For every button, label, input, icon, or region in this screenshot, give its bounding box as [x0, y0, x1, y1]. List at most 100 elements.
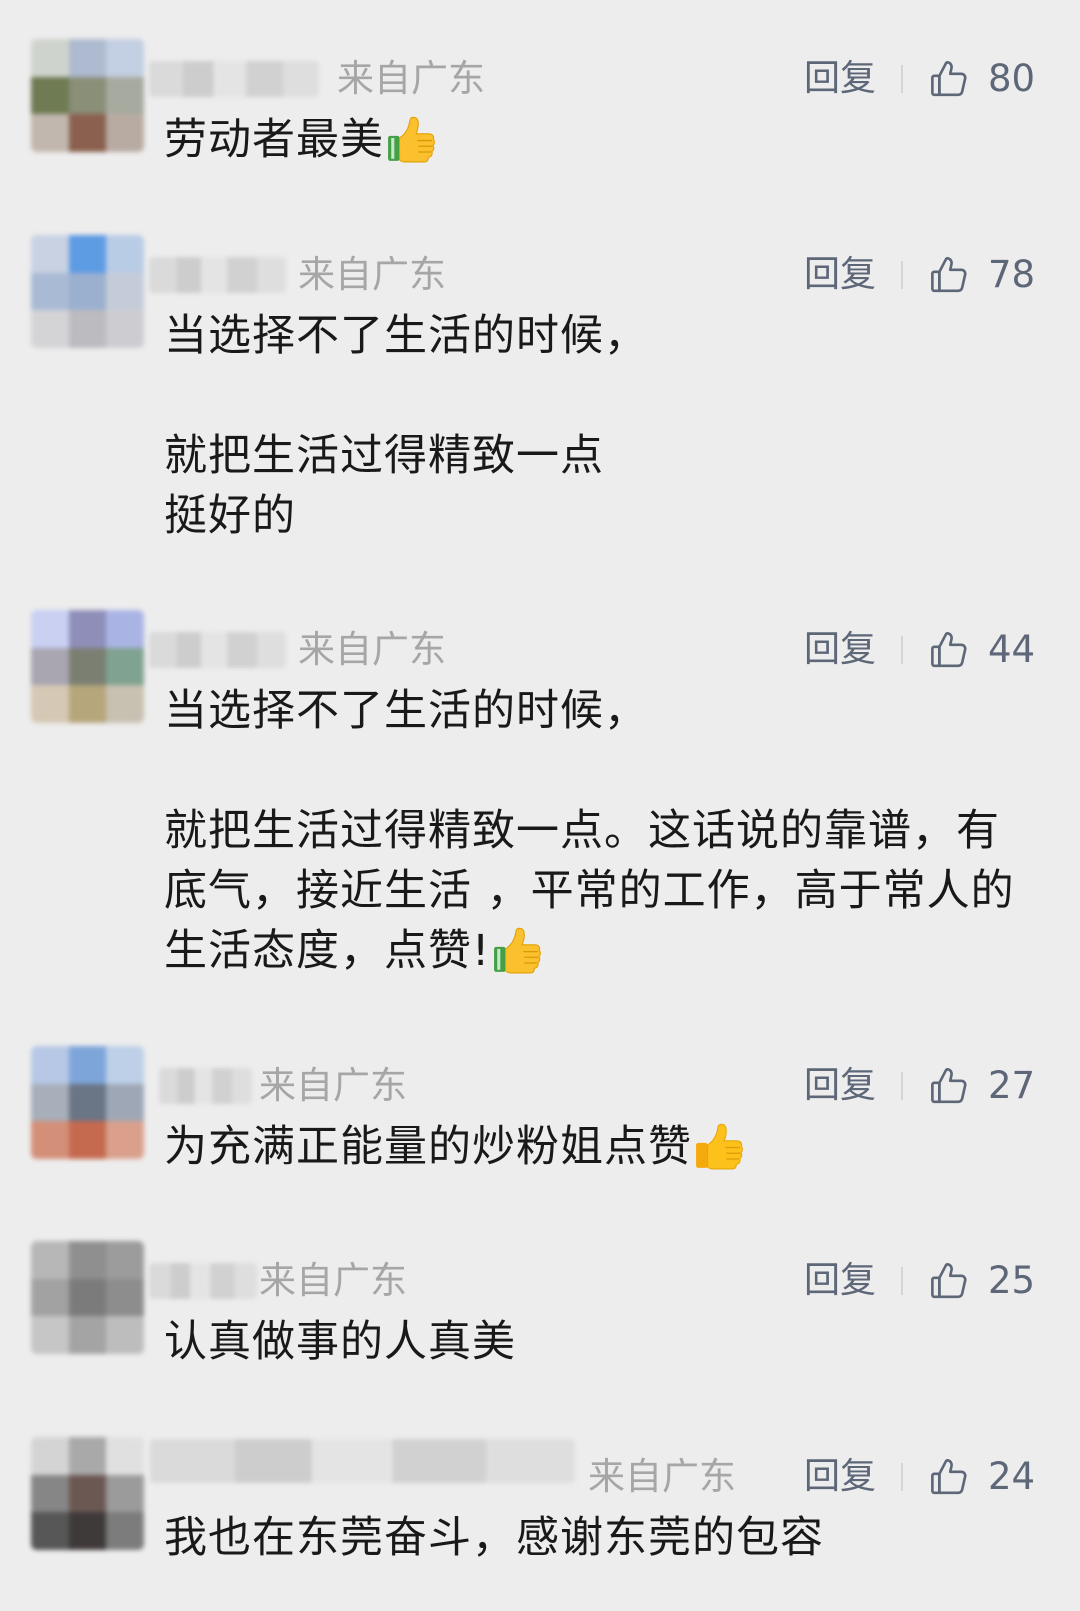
comment-line-text: 我也在东莞奋斗，感谢东莞的包容 [164, 1513, 824, 1563]
like-button[interactable]: 24 [928, 1455, 1048, 1499]
username-blurred[interactable] [149, 1263, 257, 1299]
comment-paragraph: 就把生活过得精致一点 挺好的 [164, 426, 648, 546]
username-blurred[interactable] [149, 632, 286, 668]
avatar-mosaic-cell [31, 114, 69, 152]
avatar-mosaic-cell [106, 1512, 144, 1550]
avatar-mosaic-cell [68, 235, 107, 273]
avatar-mosaic-cell [68, 1278, 107, 1317]
username-blurred[interactable] [149, 257, 286, 293]
avatar-mosaic-cell [106, 1241, 144, 1279]
comment-item: 来自广东 回复 24 我也在东莞奋斗，感谢东莞的包容 [0, 1437, 1080, 1587]
comment-item: 来自广东 回复 27 为充满正能量的炒粉姐点赞 [0, 1046, 1080, 1196]
thumbs-up-outline-icon [928, 1456, 970, 1498]
location-label: 来自广东 [588, 1455, 736, 1498]
reply-button[interactable]: 回复 [804, 1259, 876, 1303]
avatar-mosaic-cell [31, 685, 69, 723]
reply-button[interactable]: 回复 [804, 57, 876, 101]
like-button[interactable]: 25 [928, 1259, 1048, 1303]
wechat-thumbs-up-emoji [492, 925, 542, 975]
avatar-mosaic-cell [31, 610, 69, 648]
avatar-mosaic-cell [31, 76, 69, 115]
avatar-mosaic-cell [106, 1437, 144, 1475]
thumbs-up-emoji [694, 1121, 744, 1171]
divider [901, 1072, 903, 1100]
reply-button[interactable]: 回复 [804, 628, 876, 672]
like-button[interactable]: 27 [928, 1064, 1048, 1108]
avatar-mosaic-cell [31, 1083, 69, 1122]
avatar[interactable] [31, 610, 144, 723]
reply-button[interactable]: 回复 [804, 253, 876, 297]
comment-line: 当选择不了生活的时候， [164, 681, 1015, 741]
thumbs-up-outline-icon [928, 629, 970, 671]
like-button[interactable]: 44 [928, 628, 1048, 672]
comment-line: 底气，接近生活 ，平常的工作，高于常人的 [164, 861, 1015, 921]
username-blurred[interactable] [150, 1439, 575, 1483]
comment-text: 认真做事的人真美 [164, 1312, 516, 1372]
avatar-mosaic-cell [68, 1512, 107, 1550]
comment-paragraph: 认真做事的人真美 [164, 1312, 516, 1372]
comment-text: 当选择不了生活的时候， 就把生活过得精致一点。这话说的靠谱，有 底气，接近生活 … [164, 681, 1015, 981]
avatar-mosaic-cell [106, 272, 144, 311]
avatar-mosaic-cell [68, 310, 107, 348]
avatar-mosaic-cell [68, 272, 107, 311]
comment-item: 来自广东 回复 80 劳动者最美 [0, 39, 1080, 189]
avatar-mosaic-cell [106, 1474, 144, 1513]
avatar-mosaic-cell [106, 114, 144, 152]
location-label: 来自广东 [259, 1259, 407, 1302]
comment-line: 为充满正能量的炒粉姐点赞 [164, 1117, 744, 1177]
avatar-mosaic-cell [31, 1316, 69, 1354]
divider [901, 636, 903, 664]
avatar[interactable] [31, 39, 144, 152]
avatar-mosaic-cell [31, 310, 69, 348]
avatar-mosaic-cell [68, 1474, 107, 1513]
comment-line: 当选择不了生活的时候， [164, 306, 648, 366]
reply-button[interactable]: 回复 [804, 1455, 876, 1499]
avatar-mosaic-cell [106, 647, 144, 686]
thumbs-up-outline-icon [928, 254, 970, 296]
avatar-mosaic-cell [31, 39, 69, 77]
comment-item: 来自广东 回复 44 当选择不了生活的时候， 就把生活过得精致一点。这话说的靠谱… [0, 610, 1080, 976]
username-blurred[interactable] [159, 1068, 252, 1104]
avatar-mosaic-cell [68, 39, 107, 77]
like-count: 80 [988, 57, 1036, 100]
avatar-mosaic-cell [106, 610, 144, 648]
comment-text: 当选择不了生活的时候， 就把生活过得精致一点 挺好的 [164, 306, 648, 546]
wechat-thumbs-up-emoji [386, 114, 436, 164]
avatar-mosaic-cell [68, 76, 107, 115]
comment-line-text: 劳动者最美 [164, 115, 384, 165]
avatar[interactable] [31, 1046, 144, 1159]
comment-line-text: 挺好的 [164, 491, 296, 541]
comment-line-text: 就把生活过得精致一点 [164, 431, 604, 481]
avatar-mosaic-cell [106, 685, 144, 723]
comment-line: 就把生活过得精致一点。这话说的靠谱，有 [164, 801, 1015, 861]
like-count: 44 [988, 628, 1036, 671]
like-button[interactable]: 78 [928, 253, 1048, 297]
avatar-mosaic-cell [68, 1316, 107, 1354]
avatar-mosaic-cell [106, 1083, 144, 1122]
avatar-mosaic-cell [68, 647, 107, 686]
like-button[interactable]: 80 [928, 57, 1048, 101]
avatar-mosaic-cell [68, 1121, 107, 1159]
reply-button[interactable]: 回复 [804, 1064, 876, 1108]
avatar-mosaic-cell [106, 310, 144, 348]
avatar-mosaic-cell [68, 685, 107, 723]
avatar-mosaic-cell [106, 1121, 144, 1159]
location-label: 来自广东 [298, 253, 446, 296]
divider [901, 1267, 903, 1295]
username-blurred[interactable] [149, 61, 319, 97]
comment-text: 我也在东莞奋斗，感谢东莞的包容 [164, 1508, 824, 1568]
avatar[interactable] [31, 1241, 144, 1354]
comment-paragraph: 当选择不了生活的时候， [164, 306, 648, 366]
thumbs-up-outline-icon [928, 1260, 970, 1302]
avatar[interactable] [31, 1437, 144, 1550]
comment-line-text: 就把生活过得精致一点。这话说的靠谱，有 [164, 806, 1000, 856]
comment-line: 就把生活过得精致一点 [164, 426, 648, 486]
avatar-mosaic-cell [106, 76, 144, 115]
avatar[interactable] [31, 235, 144, 348]
comment-paragraph: 为充满正能量的炒粉姐点赞 [164, 1117, 744, 1177]
comment-paragraph: 我也在东莞奋斗，感谢东莞的包容 [164, 1508, 824, 1568]
comment-line: 挺好的 [164, 486, 648, 546]
thumbs-up-outline-icon [928, 58, 970, 100]
divider [901, 1463, 903, 1491]
comment-line-text: 底气，接近生活 ，平常的工作，高于常人的 [164, 866, 1015, 916]
